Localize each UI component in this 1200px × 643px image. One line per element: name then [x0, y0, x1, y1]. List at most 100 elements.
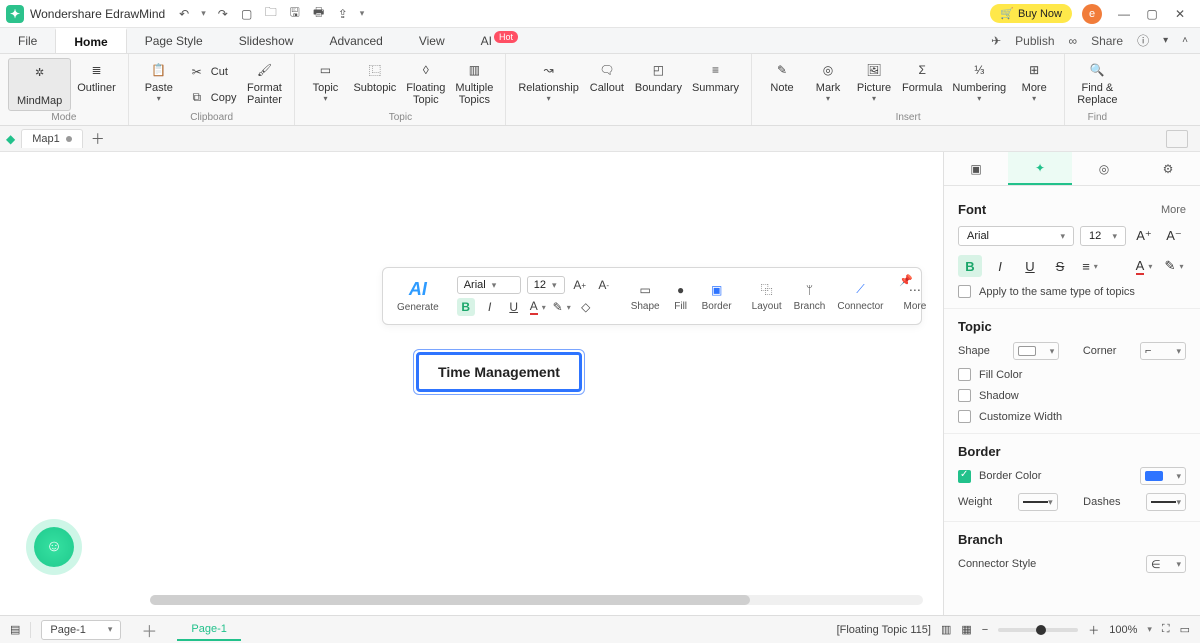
help-dropdown[interactable]: ▾ — [1163, 35, 1168, 46]
page-select[interactable]: Page-1▾ — [41, 620, 121, 640]
picture-button[interactable]: 🖼Picture▾ — [852, 58, 896, 111]
increase-font-button[interactable]: A+ — [571, 276, 589, 294]
horizontal-scrollbar[interactable] — [150, 595, 923, 605]
sp-tab-style[interactable]: ✦ — [1008, 152, 1072, 185]
mark-button[interactable]: ◎Mark▾ — [806, 58, 850, 111]
relationship-button[interactable]: ↝Relationship▾ — [514, 58, 583, 111]
view-mode-1-icon[interactable]: ▥ — [941, 623, 951, 636]
tab-file[interactable]: File — [0, 28, 55, 53]
apply-same-checkbox[interactable]: Apply to the same type of topics — [958, 285, 1186, 298]
mindmap-button[interactable]: ✲MindMap — [8, 58, 71, 111]
customize-width-checkbox[interactable]: Customize Width — [958, 410, 1186, 423]
font-size-select[interactable]: 12▾ — [1080, 226, 1126, 246]
publish-button[interactable]: Publish — [1015, 34, 1054, 48]
help-icon[interactable]: ⓘ — [1137, 32, 1149, 49]
scrollbar-thumb[interactable] — [150, 595, 750, 605]
underline-button[interactable]: U — [505, 298, 523, 316]
decrease-font-button[interactable]: A- — [595, 276, 613, 294]
cut-button[interactable]: ✂Cut — [183, 60, 241, 84]
summary-button[interactable]: ≡Summary — [688, 58, 743, 111]
border-color-select[interactable]: ▾ — [1140, 467, 1186, 485]
layout-button[interactable]: ⿻Layout — [746, 281, 788, 312]
close-button[interactable]: ✕ — [1166, 7, 1194, 21]
shape-select[interactable]: ▾ — [1013, 342, 1059, 360]
outliner-button[interactable]: ≣Outliner — [73, 58, 120, 111]
undo-dropdown[interactable]: ▾ — [201, 8, 206, 19]
floating-topic-button[interactable]: ◊Floating Topic — [402, 58, 449, 111]
new-tab-button[interactable]: ＋ — [89, 130, 107, 148]
increase-font-button[interactable]: A⁺ — [1132, 225, 1156, 247]
paste-button[interactable]: 📋Paste▾ — [137, 58, 181, 111]
tab-slideshow[interactable]: Slideshow — [221, 28, 312, 53]
corner-select[interactable]: ⌐▾ — [1140, 342, 1186, 360]
bold-button[interactable]: B — [457, 298, 475, 316]
user-avatar[interactable]: e — [1082, 4, 1102, 24]
copy-button[interactable]: ⧉Copy — [183, 86, 241, 110]
weight-select[interactable]: ▾ — [1018, 493, 1058, 511]
decrease-font-button[interactable]: A⁻ — [1162, 225, 1186, 247]
canvas-area[interactable]: 📌 AI Generate Arial▾ 12▾ A+ A- B I U A — [0, 152, 943, 615]
tab-page-style[interactable]: Page Style — [127, 28, 221, 53]
border-color-checkbox[interactable]: Border Color — [958, 470, 1041, 483]
view-mode-2-icon[interactable]: ▦ — [961, 623, 971, 636]
assistant-bubble-button[interactable]: ☺ — [34, 527, 74, 567]
font-size-select[interactable]: 12▾ — [527, 276, 565, 294]
border-button[interactable]: ▣Border — [696, 281, 738, 312]
doc-tab-map1[interactable]: Map1 — [21, 129, 83, 148]
minimize-button[interactable]: — — [1110, 7, 1138, 21]
font-more-link[interactable]: More — [1161, 204, 1186, 216]
boundary-button[interactable]: ◰Boundary — [631, 58, 686, 111]
align-button[interactable]: ≡ — [1078, 255, 1102, 277]
zoom-in-button[interactable]: ＋ — [1088, 622, 1099, 638]
selected-topic-node[interactable]: Time Management — [416, 352, 582, 392]
zoom-value[interactable]: 100% — [1109, 624, 1137, 636]
maximize-button[interactable]: ▢ — [1138, 7, 1166, 21]
find-replace-button[interactable]: 🔍Find & Replace — [1073, 58, 1121, 111]
zoom-slider[interactable] — [998, 628, 1078, 632]
strikethrough-button[interactable]: S — [1048, 255, 1072, 277]
more-button[interactable]: ⊞More▾ — [1012, 58, 1056, 111]
font-family-select[interactable]: Arial▾ — [457, 276, 521, 294]
formula-button[interactable]: ΣFormula — [898, 58, 946, 111]
collapse-ribbon-button[interactable]: ˄ — [1182, 35, 1188, 46]
tab-view[interactable]: View — [401, 28, 463, 53]
connector-button[interactable]: ⟋Connector — [831, 281, 889, 312]
export-icon[interactable]: ⇪ — [336, 7, 350, 21]
format-painter-button[interactable]: 🖌Format Painter — [242, 58, 286, 111]
fill-button[interactable]: ●Fill — [666, 281, 696, 312]
bold-button[interactable]: B — [958, 255, 982, 277]
tab-home[interactable]: Home — [55, 28, 126, 53]
font-family-select[interactable]: Arial▾ — [958, 226, 1074, 246]
numbering-button[interactable]: ⅓Numbering▾ — [948, 58, 1010, 111]
italic-button[interactable]: I — [988, 255, 1012, 277]
branch-button[interactable]: ᛘBranch — [788, 281, 832, 312]
font-color-button[interactable]: A — [1132, 255, 1156, 277]
add-page-button[interactable]: ＋ — [141, 618, 157, 642]
share-button[interactable]: Share — [1091, 34, 1123, 48]
undo-icon[interactable]: ↶ — [177, 7, 191, 21]
topic-button[interactable]: ▭Topic▾ — [303, 58, 347, 111]
subtopic-button[interactable]: ⿺Subtopic — [349, 58, 400, 111]
shadow-checkbox[interactable]: Shadow — [958, 389, 1186, 402]
buy-now-button[interactable]: 🛒 Buy Now — [990, 4, 1072, 23]
tab-advanced[interactable]: Advanced — [311, 28, 400, 53]
page-tab-1[interactable]: Page-1 — [177, 619, 240, 641]
zoom-out-button[interactable]: − — [982, 624, 988, 636]
sp-tab-icon[interactable]: ◎ — [1072, 152, 1136, 185]
clear-format-button[interactable]: ◇ — [577, 298, 595, 316]
outline-view-icon[interactable]: ▤ — [10, 623, 20, 636]
ai-generate-button[interactable]: AI Generate — [391, 279, 445, 313]
connector-style-select[interactable]: ∈▾ — [1146, 555, 1186, 573]
font-color-button[interactable]: A — [529, 298, 547, 316]
toggle-panel-button[interactable] — [1166, 130, 1188, 148]
highlight-button[interactable]: ✎ — [553, 298, 571, 316]
fill-color-checkbox[interactable]: Fill Color — [958, 368, 1186, 381]
print-icon[interactable]: 🖶 — [312, 7, 326, 21]
multiple-topics-button[interactable]: ▥Multiple Topics — [451, 58, 497, 111]
fit-button[interactable]: ▭ — [1180, 623, 1190, 636]
fullscreen-button[interactable]: ⛶ — [1162, 623, 1170, 636]
note-button[interactable]: ✎Note — [760, 58, 804, 111]
new-icon[interactable]: ▢ — [240, 7, 254, 21]
open-icon[interactable]: 🗀 — [264, 7, 278, 21]
underline-button[interactable]: U — [1018, 255, 1042, 277]
